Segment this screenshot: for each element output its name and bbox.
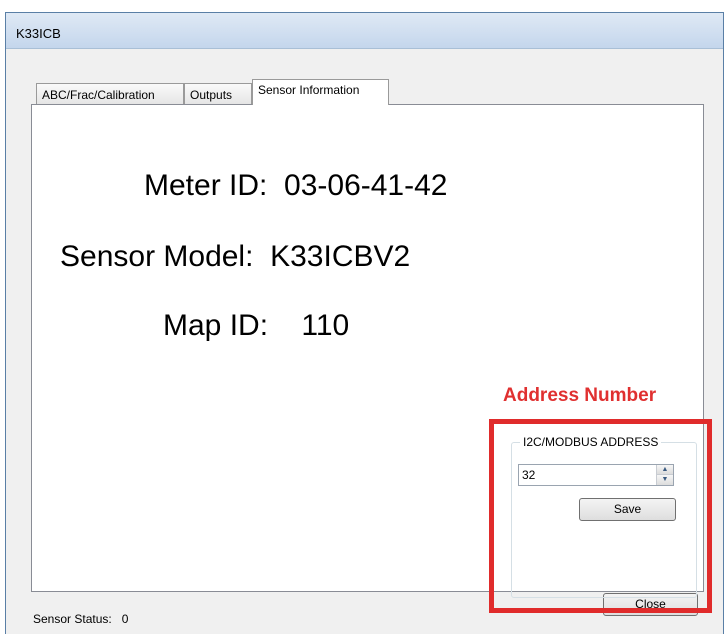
address-input[interactable] [519, 465, 655, 485]
tab-abc-frac-calibration[interactable]: ABC/Frac/Calibration [36, 83, 184, 105]
sensor-model-value: K33ICBV2 [270, 240, 411, 273]
meter-id-row: Meter ID: 03-06-41-42 [144, 169, 447, 203]
chevron-up-icon: ▲ [661, 466, 669, 473]
tab-label: Sensor Information [258, 83, 360, 97]
group-legend: I2C/MODBUS ADDRESS [520, 435, 662, 449]
map-id-label: Map ID: [163, 309, 269, 342]
meter-id-value: 03-06-41-42 [284, 169, 448, 202]
map-id-value: 110 [301, 309, 350, 342]
tab-outputs[interactable]: Outputs [184, 83, 252, 105]
status-label: Sensor Status: [33, 612, 112, 626]
status-bar: Sensor Status: 0 [33, 612, 128, 626]
address-spinner[interactable]: ▲ ▼ [518, 464, 674, 486]
window-client-area: ABC/Frac/Calibration Outputs Sensor Info… [6, 49, 723, 634]
spin-down-button[interactable]: ▼ [657, 475, 673, 485]
spinner-buttons: ▲ ▼ [656, 465, 673, 485]
spin-up-button[interactable]: ▲ [657, 465, 673, 475]
tab-label: ABC/Frac/Calibration [42, 88, 155, 102]
tab-label: Outputs [190, 88, 233, 102]
map-id-row: Map ID: 110 [163, 309, 349, 343]
title-bar: K33ICB [6, 13, 723, 49]
sensor-model-label: Sensor Model: [60, 240, 254, 273]
window-title: K33ICB [16, 26, 61, 41]
tab-sensor-information[interactable]: Sensor Information [252, 79, 389, 105]
meter-id-label: Meter ID: [144, 169, 268, 202]
sensor-model-row: Sensor Model: K33ICBV2 [60, 240, 410, 274]
i2c-modbus-address-group: I2C/MODBUS ADDRESS ▲ ▼ Save [511, 435, 697, 598]
app-window: K33ICB ABC/Frac/Calibration Outputs Sens… [5, 12, 724, 634]
chevron-down-icon: ▼ [661, 476, 669, 483]
save-button[interactable]: Save [579, 498, 676, 521]
annotation-label: Address Number [503, 385, 657, 406]
status-value: 0 [121, 612, 129, 626]
